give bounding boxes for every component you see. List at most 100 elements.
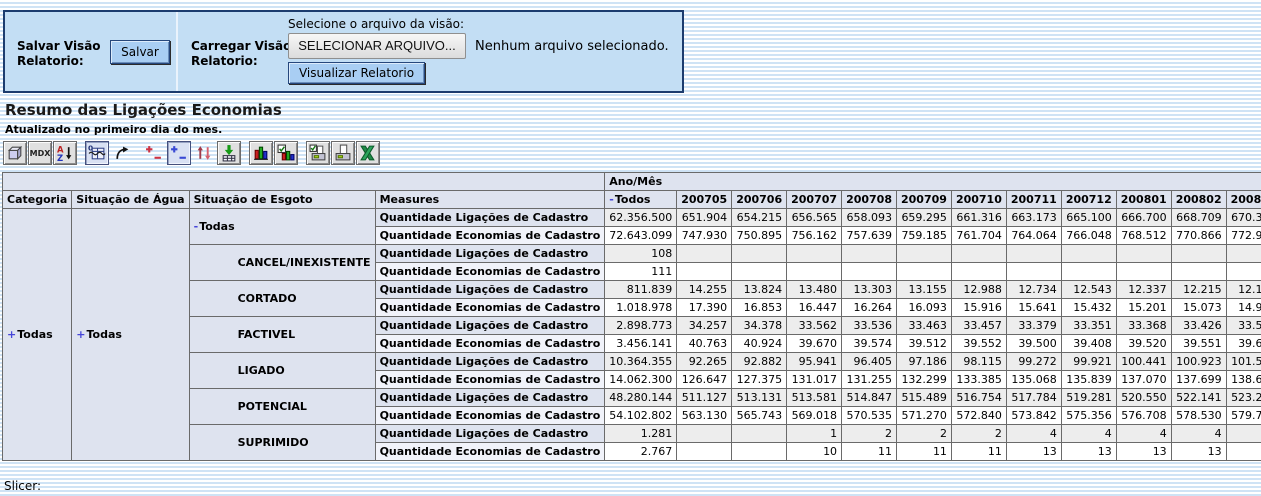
bar-chart-check-icon xyxy=(277,144,295,162)
value-cell: 761.704 xyxy=(951,227,1006,245)
drill-through-icon[interactable] xyxy=(217,141,241,165)
print-icon[interactable] xyxy=(331,141,355,165)
value-cell: 138.600 xyxy=(1226,371,1261,389)
print-config-icon[interactable] xyxy=(306,141,330,165)
value-cell xyxy=(1116,245,1171,263)
value-cell xyxy=(787,245,842,263)
page-subtitle: Atualizado no primeiro dia do mes. xyxy=(5,123,222,136)
drill-member-icon[interactable] xyxy=(142,141,166,165)
value-cell: 99.921 xyxy=(1061,353,1116,371)
value-cell xyxy=(677,263,732,281)
value-cell: 659.295 xyxy=(897,209,952,227)
value-cell: 95.941 xyxy=(787,353,842,371)
olap-navigator-icon[interactable] xyxy=(3,141,27,165)
value-cell: 2 xyxy=(842,425,897,443)
value-cell: 12.215 xyxy=(1171,281,1226,299)
esgoto-label: LIGADO xyxy=(238,364,285,377)
save-button[interactable]: Salvar xyxy=(110,40,170,64)
column-header-month: 200711 xyxy=(1006,191,1061,209)
value-cell: 39.500 xyxy=(1006,335,1061,353)
value-cell xyxy=(732,263,787,281)
value-cell: 34.378 xyxy=(732,317,787,335)
show-parent-members-icon[interactable]: 0 xyxy=(85,141,109,165)
swap-axes-icon[interactable] xyxy=(110,141,134,165)
column-header-situa-o-de-esgoto: Situação de Esgoto xyxy=(189,191,375,209)
value-cell: 92.882 xyxy=(732,353,787,371)
value-cell xyxy=(1061,263,1116,281)
value-cell xyxy=(951,245,1006,263)
value-cell-todos: 14.062.300 xyxy=(605,371,677,389)
value-cell: 14.255 xyxy=(677,281,732,299)
value-cell: 135.068 xyxy=(1006,371,1061,389)
value-cell: 519.281 xyxy=(1061,389,1116,407)
value-cell: 15.432 xyxy=(1061,299,1116,317)
expand-icon[interactable]: + xyxy=(76,328,85,341)
value-cell: 570.535 xyxy=(842,407,897,425)
export-excel-icon[interactable] xyxy=(356,141,380,165)
value-cell: 13 xyxy=(1171,443,1226,461)
esgoto-label: POTENCIAL xyxy=(238,400,307,413)
value-cell: 15.641 xyxy=(1006,299,1061,317)
value-cell: 10 xyxy=(787,443,842,461)
value-cell: 522.141 xyxy=(1171,389,1226,407)
value-cell xyxy=(1006,245,1061,263)
value-cell: 13.480 xyxy=(787,281,842,299)
value-cell: 4 xyxy=(1171,425,1226,443)
collapse-icon[interactable]: - xyxy=(609,193,614,206)
value-cell: 12.337 xyxy=(1116,281,1171,299)
value-cell: 39.551 xyxy=(1171,335,1226,353)
value-cell: 137.699 xyxy=(1171,371,1226,389)
drill-position-icon[interactable] xyxy=(167,141,191,165)
value-cell: 575.356 xyxy=(1061,407,1116,425)
value-cell: 133.385 xyxy=(951,371,1006,389)
value-cell: 131.017 xyxy=(787,371,842,389)
value-cell: 15.916 xyxy=(951,299,1006,317)
save-section: Salvar Visão Relatorio: Salvar xyxy=(5,12,178,91)
value-cell xyxy=(1006,263,1061,281)
measure-cell: Quantidade Ligações de Cadastro xyxy=(375,281,605,299)
todos-header-label: Todos xyxy=(615,193,651,206)
value-cell: 12.988 xyxy=(951,281,1006,299)
chart-icon[interactable] xyxy=(249,141,273,165)
value-cell xyxy=(842,245,897,263)
value-cell: 513.581 xyxy=(787,389,842,407)
value-cell: 772.921 xyxy=(1226,227,1261,245)
pivot-table: Ano/MêsCategoriaSituação de ÁguaSituação… xyxy=(2,172,1261,461)
select-file-button[interactable]: SELECIONAR ARQUIVO... xyxy=(288,33,466,59)
value-cell-todos: 48.280.144 xyxy=(605,389,677,407)
value-cell: 39.552 xyxy=(951,335,1006,353)
value-cell: 1 xyxy=(787,425,842,443)
value-cell-todos: 2.898.773 xyxy=(605,317,677,335)
axis-header: Ano/Mês xyxy=(605,173,1261,191)
value-cell: 33.351 xyxy=(1061,317,1116,335)
drill-replace-icon[interactable] xyxy=(192,141,216,165)
value-cell: 2 xyxy=(951,425,1006,443)
value-cell: 670.353 xyxy=(1226,209,1261,227)
sort-icon[interactable]: A Z xyxy=(53,141,77,165)
collapse-icon[interactable]: - xyxy=(194,220,199,233)
value-cell: 12.543 xyxy=(1061,281,1116,299)
measure-cell: Quantidade Economias de Cadastro xyxy=(375,335,605,353)
esgoto-label: CANCEL/INEXISTENTE xyxy=(238,256,371,269)
value-cell: 101.507 xyxy=(1226,353,1261,371)
load-view-label-line1: Carregar Visão xyxy=(191,39,291,53)
file-prompt-label: Selecione o arquivo da visão: xyxy=(288,17,464,31)
esgoto-label: Todas xyxy=(199,220,234,233)
value-cell: 12.106 xyxy=(1226,281,1261,299)
value-cell: 99.272 xyxy=(1006,353,1061,371)
expand-icon[interactable]: + xyxy=(7,328,16,341)
mdx-editor-icon[interactable]: MDX xyxy=(28,141,52,165)
chart-config-icon[interactable] xyxy=(274,141,298,165)
value-cell: 98.115 xyxy=(951,353,1006,371)
value-cell: 16.264 xyxy=(842,299,897,317)
green-arrow-table-icon xyxy=(220,144,238,162)
value-cell: 13.303 xyxy=(842,281,897,299)
value-cell-todos: 72.643.099 xyxy=(605,227,677,245)
value-cell: 766.048 xyxy=(1061,227,1116,245)
value-cell: 39.617 xyxy=(1226,335,1261,353)
value-cell: 579.773 xyxy=(1226,407,1261,425)
esgoto-label: SUPRIMIDO xyxy=(238,436,309,449)
view-report-button[interactable]: Visualizar Relatorio xyxy=(288,62,425,84)
value-cell: 571.270 xyxy=(897,407,952,425)
member-cell-esgoto: SUPRIMIDO xyxy=(189,425,375,461)
